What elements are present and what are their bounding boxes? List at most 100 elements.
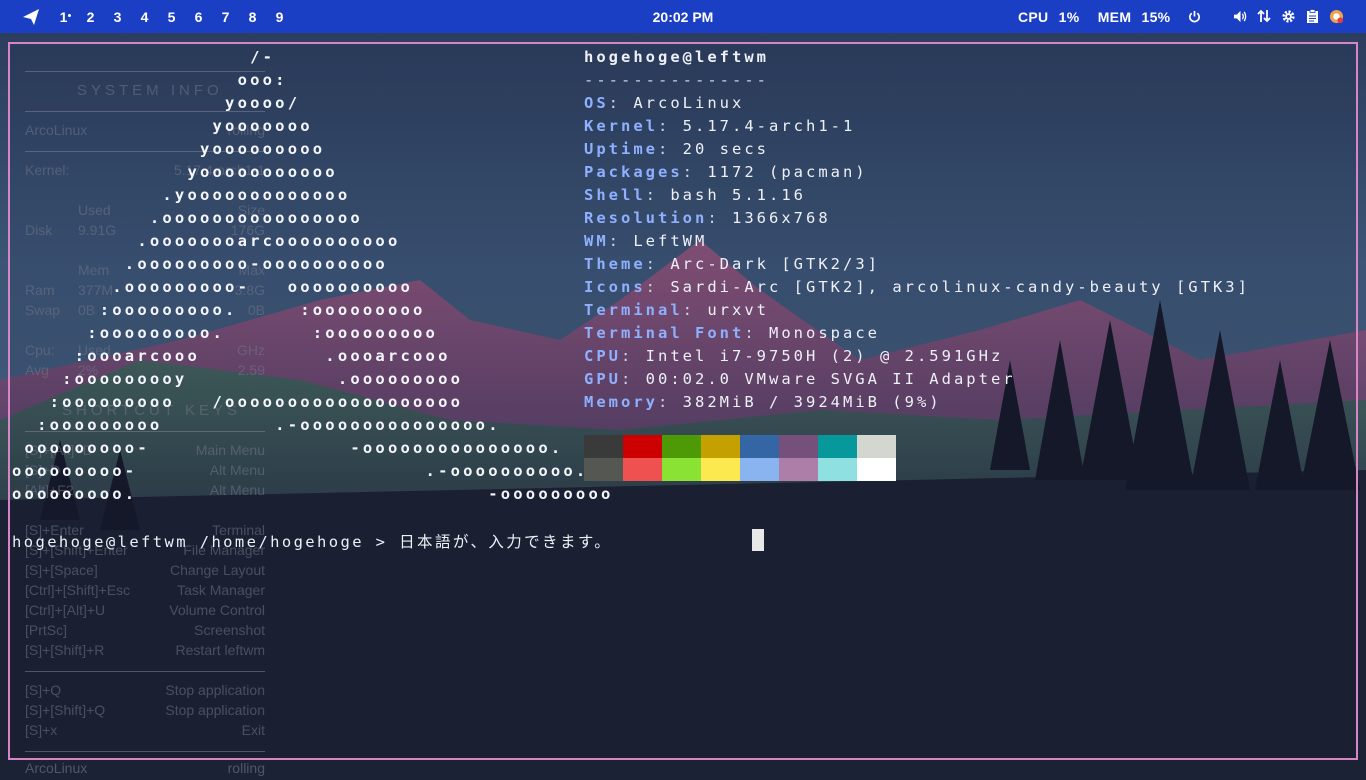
- color-swatch: [623, 435, 662, 458]
- ascii-logo-line: .oooooooarcoooooooooo: [12, 232, 401, 250]
- fetch-value: 00:02.0 VMware SVGA II Adapter: [645, 370, 1016, 388]
- ascii-logo-line: :ooooooooy .ooooooooo: [12, 370, 464, 388]
- ascii-logo-line: ooooooooo- -ooooooooooooooo.: [12, 439, 564, 457]
- workspace-7[interactable]: 7: [212, 9, 239, 25]
- fetch-value: 382MiB / 3924MiB (9%): [682, 393, 942, 411]
- fetch-value: urxvt: [707, 301, 769, 319]
- fetch-value: 20 secs: [682, 140, 769, 158]
- ascii-logo-line: .ooooooooo- oooooooooo: [12, 278, 414, 296]
- fetch-key: Kernel: [584, 117, 658, 135]
- clipboard-icon[interactable]: [1304, 8, 1320, 24]
- mem-value: 15%: [1141, 9, 1171, 25]
- system-stats: CPU 1% MEM 15%: [1018, 9, 1176, 25]
- fetch-row: Uptime: 20 secs: [584, 140, 769, 158]
- fetch-value: Monospace: [769, 324, 880, 342]
- fetch-key: Icons: [584, 278, 646, 296]
- color-swatch: [818, 435, 857, 458]
- ascii-logo-line: yooooooooo: [12, 140, 326, 158]
- fetch-key: WM: [584, 232, 609, 250]
- fetch-key: Packages: [584, 163, 683, 181]
- ascii-logo-line: :ooooooooo. :ooooooooo: [12, 324, 439, 342]
- fetch-key: Uptime: [584, 140, 658, 158]
- fetch-row: Theme: Arc-Dark [GTK2/3]: [584, 255, 880, 273]
- ascii-logo-line: :oooarcooo .oooarcooo: [12, 347, 451, 365]
- workspace-6[interactable]: 6: [185, 9, 212, 25]
- fetch-key: Memory: [584, 393, 658, 411]
- mem-label: MEM: [1097, 9, 1132, 25]
- update-icon[interactable]: [1328, 8, 1344, 24]
- fetch-key: OS: [584, 94, 609, 112]
- fetch-row: Icons: Sardi-Arc [GTK2], arcolinux-candy…: [584, 278, 1250, 296]
- fetch-row: Packages: 1172 (pacman): [584, 163, 868, 181]
- workspace-3[interactable]: 3: [104, 9, 131, 25]
- fetch-value: Sardi-Arc [GTK2], arcolinux-candy-beauty…: [670, 278, 1250, 296]
- fetch-value: 1172 (pacman): [707, 163, 868, 181]
- fetch-value: ArcoLinux: [633, 94, 745, 112]
- terminal-window[interactable]: /- ooo: yoooo/ yooooooo yooooooooo yoooo…: [8, 42, 1358, 760]
- fetch-row: Resolution: 1366x768: [584, 209, 831, 227]
- workspace-8[interactable]: 8: [239, 9, 266, 25]
- workspace-5[interactable]: 5: [158, 9, 185, 25]
- color-swatch: [701, 458, 740, 481]
- fetch-key: Terminal: [584, 301, 683, 319]
- color-palette: [584, 435, 896, 481]
- ascii-logo-line: yoooo/: [12, 94, 301, 112]
- fetch-value: Arc-Dark [GTK2/3]: [670, 255, 880, 273]
- workspace-1[interactable]: 1: [50, 9, 77, 25]
- fetch-key: CPU: [584, 347, 621, 365]
- fetch-row: Kernel: 5.17.4-arch1-1: [584, 117, 856, 135]
- ascii-logo-line: :ooooooooo. :ooooooooo: [12, 301, 426, 319]
- cpu-value: 1%: [1058, 9, 1080, 25]
- fetch-row: Memory: 382MiB / 3924MiB (9%): [584, 393, 942, 411]
- color-swatch: [740, 458, 779, 481]
- volume-icon[interactable]: [1232, 8, 1248, 24]
- launcher-icon[interactable]: [22, 8, 40, 26]
- ascii-logo-line: /-: [12, 48, 276, 66]
- network-icon[interactable]: [1256, 8, 1272, 24]
- fetch-row: GPU: 00:02.0 VMware SVGA II Adapter: [584, 370, 1016, 388]
- text-cursor: [752, 529, 764, 551]
- ascii-logo-line: .ooooooooo-oooooooooo: [12, 255, 388, 273]
- color-swatch: [662, 435, 701, 458]
- color-swatch: [701, 435, 740, 458]
- color-swatch: [779, 458, 818, 481]
- fetch-value: 5.17.4-arch1-1: [682, 117, 856, 135]
- workspace-switcher: 123456789: [50, 0, 293, 33]
- fetch-userhost: hogehoge@leftwm: [584, 48, 769, 66]
- workspace-2[interactable]: 2: [77, 9, 104, 25]
- workspace-4[interactable]: 4: [131, 9, 158, 25]
- ascii-logo-line: yooooooo: [12, 117, 313, 135]
- power-icon[interactable]: [1186, 8, 1202, 24]
- shell-prompt[interactable]: hogehoge@leftwm /home/hogehoge > 日本語が、入力…: [12, 530, 612, 552]
- color-swatch: [662, 458, 701, 481]
- color-swatch: [779, 435, 818, 458]
- fetch-row: WM: LeftWM: [584, 232, 708, 250]
- fetch-row: CPU: Intel i7-9750H (2) @ 2.591GHz: [584, 347, 1004, 365]
- ascii-logo-line: ooooooooo. -ooooooooo: [12, 485, 614, 503]
- ascii-logo-line: .yooooooooooooo: [12, 186, 351, 204]
- fetch-row: Shell: bash 5.1.16: [584, 186, 806, 204]
- system-tray: [1186, 8, 1352, 24]
- fetch-key: Shell: [584, 186, 646, 204]
- ascii-logo-line: :ooooooooo /ooooooooooooooooooo: [12, 393, 464, 411]
- fetch-divider: ---------------: [584, 71, 769, 89]
- fetch-row: Terminal Font: Monospace: [584, 324, 880, 342]
- color-swatch: [818, 458, 857, 481]
- color-swatch: [623, 458, 662, 481]
- color-swatch: [857, 458, 896, 481]
- ascii-logo-line: :ooooooooo .-ooooooooooooooo.: [12, 416, 501, 434]
- fetch-row: Terminal: urxvt: [584, 301, 769, 319]
- footer-distro: ArcoLinux: [25, 760, 88, 776]
- color-swatch: [857, 435, 896, 458]
- ascii-logo-line: .oooooooooooooooo: [12, 209, 363, 227]
- fetch-key: Terminal Font: [584, 324, 745, 342]
- color-swatch: [584, 435, 623, 458]
- fetch-key: Theme: [584, 255, 646, 273]
- ascii-logo-line: ooo:: [12, 71, 288, 89]
- fetch-key: Resolution: [584, 209, 708, 227]
- settings-icon[interactable]: [1280, 8, 1296, 24]
- fetch-value: 1366x768: [732, 209, 831, 227]
- fetch-key: GPU: [584, 370, 621, 388]
- fetch-row: OS: ArcoLinux: [584, 94, 745, 112]
- workspace-9[interactable]: 9: [266, 9, 293, 25]
